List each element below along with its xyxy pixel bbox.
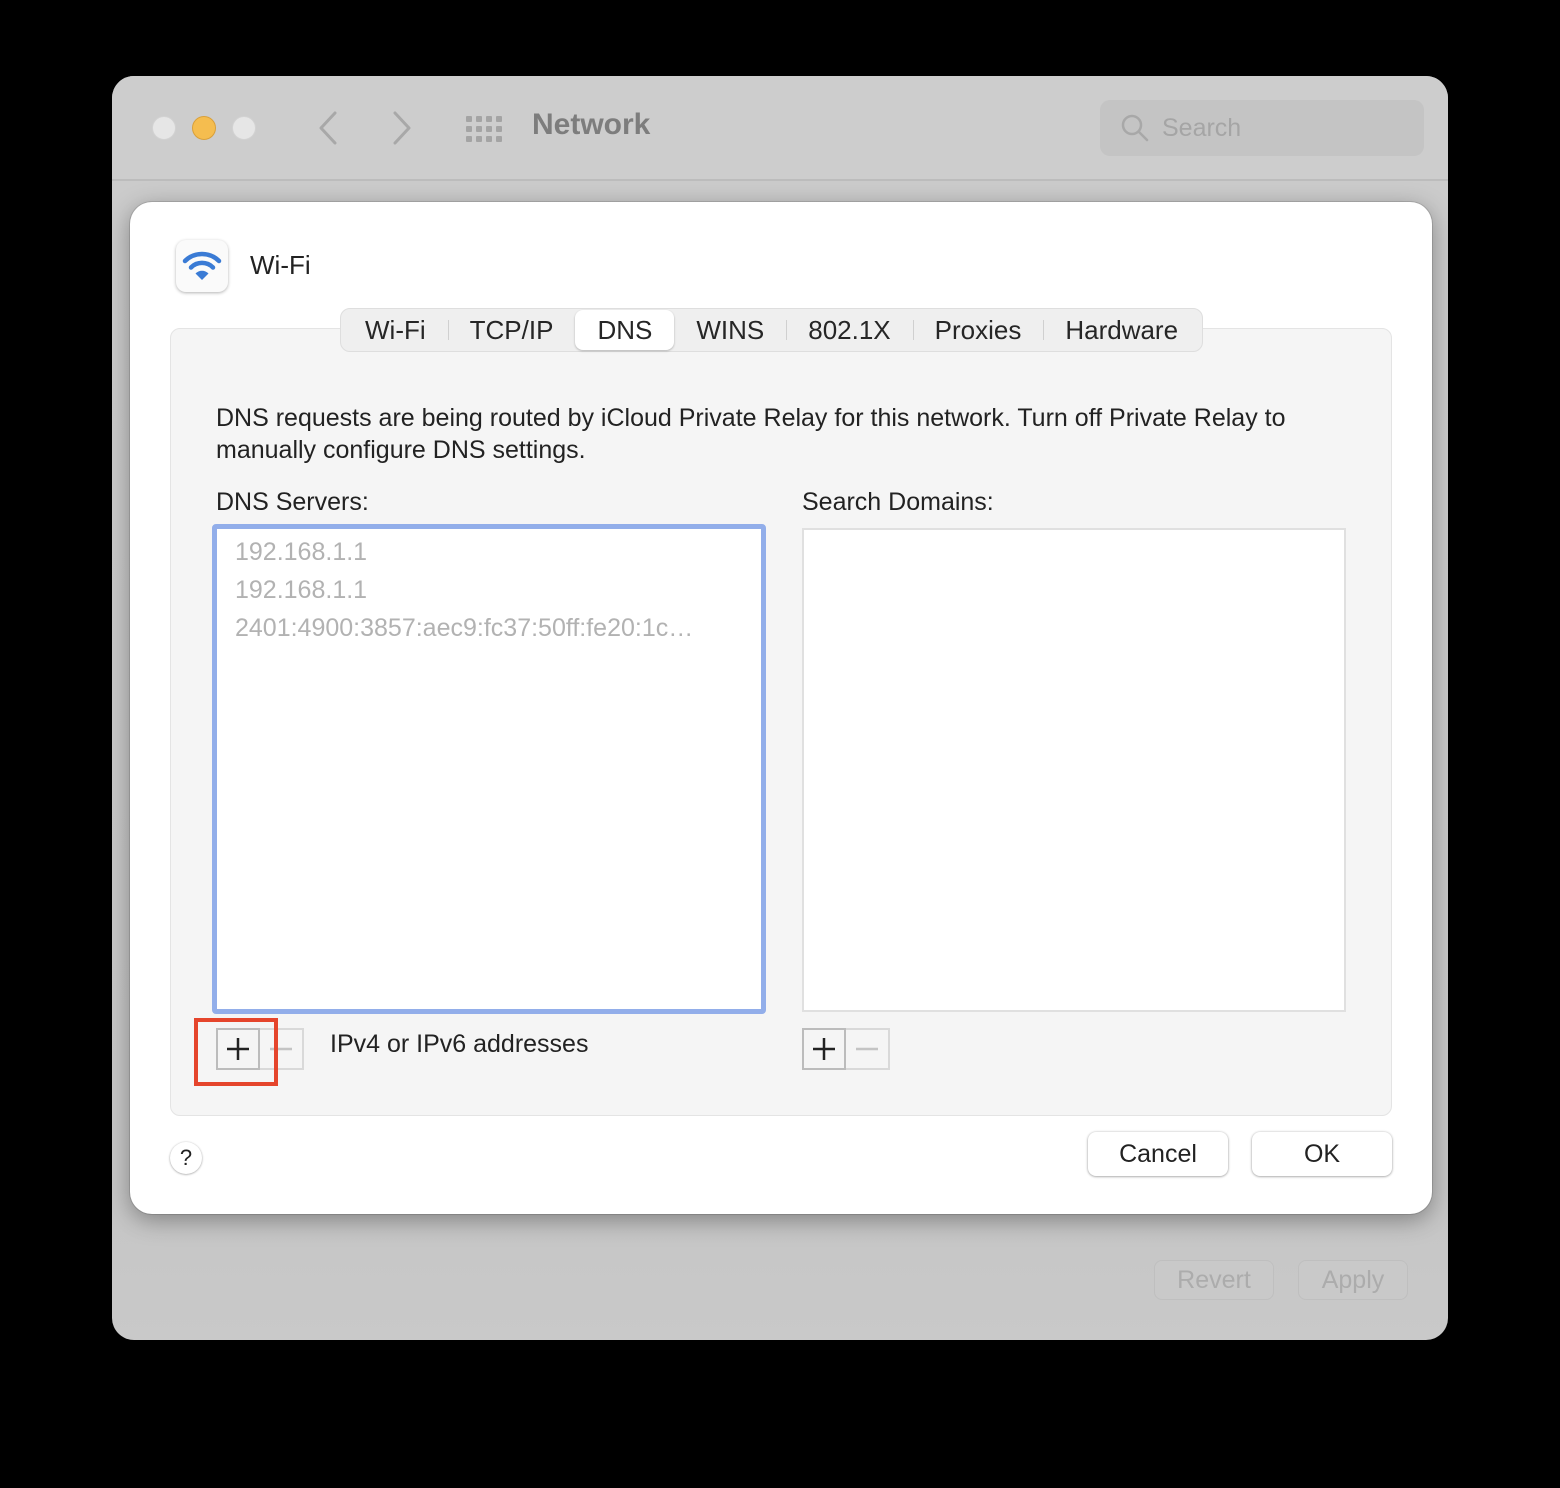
tab-hardware[interactable]: Hardware: [1043, 310, 1200, 350]
list-item[interactable]: 192.168.1.1: [217, 571, 761, 609]
tab-8021x[interactable]: 802.1X: [786, 310, 912, 350]
search-input[interactable]: [1162, 113, 1402, 143]
add-search-domain-button[interactable]: [802, 1028, 846, 1070]
plus-icon: [813, 1038, 835, 1060]
tab-wins[interactable]: WINS: [674, 310, 786, 350]
search-icon: [1121, 114, 1149, 142]
tab-tcpip[interactable]: TCP/IP: [447, 310, 576, 350]
title-bar: Network: [112, 76, 1448, 181]
dns-servers-list[interactable]: 192.168.1.1 192.168.1.1 2401:4900:3857:a…: [212, 524, 766, 1014]
tab-dns[interactable]: DNS: [575, 310, 675, 350]
tab-bar: Wi-Fi TCP/IP DNS WINS 802.1X Proxies Har…: [340, 308, 1204, 352]
advanced-settings-sheet: Wi-Fi Wi-Fi TCP/IP DNS WINS 802.1X Proxi…: [130, 202, 1432, 1214]
apply-button[interactable]: Apply: [1298, 1260, 1408, 1300]
forward-button[interactable]: [382, 106, 422, 150]
annotation-highlight-box: [194, 1018, 278, 1086]
help-button[interactable]: ?: [170, 1142, 202, 1174]
chevron-right-icon: [393, 111, 411, 145]
interface-name: Wi-Fi: [250, 250, 311, 280]
revert-button[interactable]: Revert: [1154, 1260, 1274, 1300]
chevron-left-icon: [319, 111, 337, 145]
remove-search-domain-button[interactable]: [846, 1028, 890, 1070]
search-field[interactable]: [1100, 100, 1424, 156]
wifi-interface-icon: [176, 240, 228, 292]
close-window-button[interactable]: [152, 116, 176, 140]
private-relay-notice: DNS requests are being routed by iCloud …: [216, 404, 1286, 464]
tab-proxies[interactable]: Proxies: [912, 310, 1044, 350]
search-domains-add-remove: [802, 1028, 890, 1070]
wifi-icon: [182, 251, 222, 280]
show-all-button[interactable]: [464, 114, 504, 142]
list-item[interactable]: 2401:4900:3857:aec9:fc37:50ff:fe20:1c…: [217, 609, 761, 647]
tab-wifi[interactable]: Wi-Fi: [343, 310, 448, 350]
list-item[interactable]: 192.168.1.1: [217, 533, 761, 571]
grid-icon: [464, 114, 504, 142]
dns-servers-label: DNS Servers:: [216, 488, 369, 516]
search-domains-list[interactable]: [802, 528, 1346, 1012]
minus-icon: [856, 1047, 878, 1051]
minimize-window-button[interactable]: [192, 116, 216, 140]
ok-button[interactable]: OK: [1252, 1132, 1392, 1176]
zoom-window-button[interactable]: [232, 116, 256, 140]
dns-hint: IPv4 or IPv6 addresses: [330, 1030, 589, 1058]
window-title: Network: [532, 108, 651, 141]
back-button[interactable]: [308, 106, 348, 150]
cancel-button[interactable]: Cancel: [1088, 1132, 1228, 1176]
search-domains-label: Search Domains:: [802, 488, 994, 516]
